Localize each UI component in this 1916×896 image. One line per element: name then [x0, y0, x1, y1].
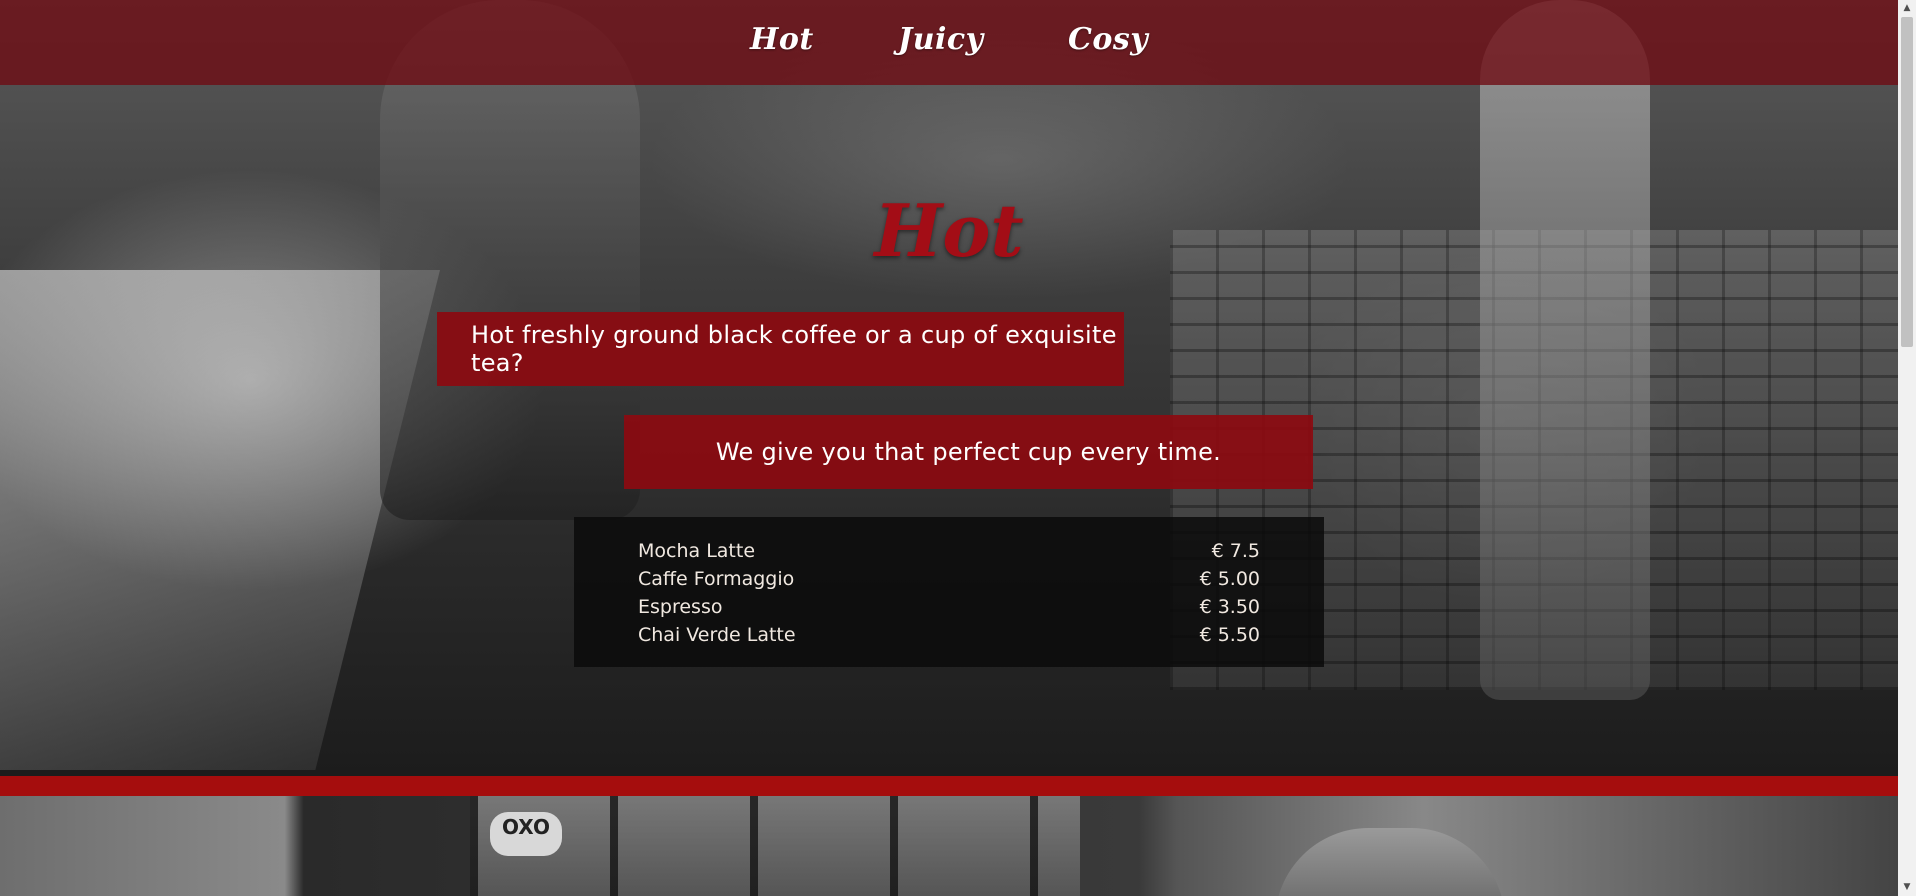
triangle-up-icon[interactable]: ▲ — [1898, 0, 1916, 17]
hero-title: Hot — [874, 188, 1024, 273]
section-divider — [0, 776, 1898, 796]
menu-item: Chai Verde Latte € 5.50 — [638, 621, 1260, 649]
tagline-text: Hot freshly ground black coffee or a cup… — [471, 321, 1117, 377]
shop-window-panel — [470, 796, 1080, 896]
nav-item-juicy[interactable]: Juicy — [898, 22, 984, 57]
vertical-scrollbar[interactable]: ▲ ▼ — [1898, 0, 1916, 896]
page: Hot Juicy Cosy Hot Hot freshly ground bl… — [0, 0, 1898, 896]
customer-figure-right — [1480, 0, 1650, 700]
menu-item-name: Caffe Formaggio — [638, 568, 795, 590]
nav-item-cosy[interactable]: Cosy — [1068, 22, 1148, 57]
subtagline-text: We give you that perfect cup every time. — [715, 438, 1222, 466]
menu-item-name: Espresso — [638, 596, 723, 618]
menu-item-price: € 7.5 — [1211, 540, 1260, 562]
subtagline-banner: We give you that perfect cup every time. — [624, 415, 1313, 489]
oxo-sign: OXO — [490, 812, 562, 856]
menu-item-price: € 3.50 — [1199, 596, 1260, 618]
menu-item: Mocha Latte € 7.5 — [638, 537, 1260, 565]
nav-item-hot[interactable]: Hot — [750, 22, 814, 57]
bar-counter-shape — [0, 270, 440, 770]
scrollbar-thumb[interactable] — [1901, 17, 1913, 347]
menu-item-name: Chai Verde Latte — [638, 624, 796, 646]
menu-item-price: € 5.50 — [1199, 624, 1260, 646]
tagline-banner: Hot freshly ground black coffee or a cup… — [437, 312, 1124, 386]
menu-item: Caffe Formaggio € 5.00 — [638, 565, 1260, 593]
menu-item-price: € 5.00 — [1199, 568, 1260, 590]
menu-item-name: Mocha Latte — [638, 540, 756, 562]
menu-item: Espresso € 3.50 — [638, 593, 1260, 621]
top-navigation: Hot Juicy Cosy — [0, 0, 1898, 85]
triangle-down-icon[interactable]: ▼ — [1898, 879, 1916, 896]
price-menu: Mocha Latte € 7.5 Caffe Formaggio € 5.00… — [574, 517, 1324, 667]
